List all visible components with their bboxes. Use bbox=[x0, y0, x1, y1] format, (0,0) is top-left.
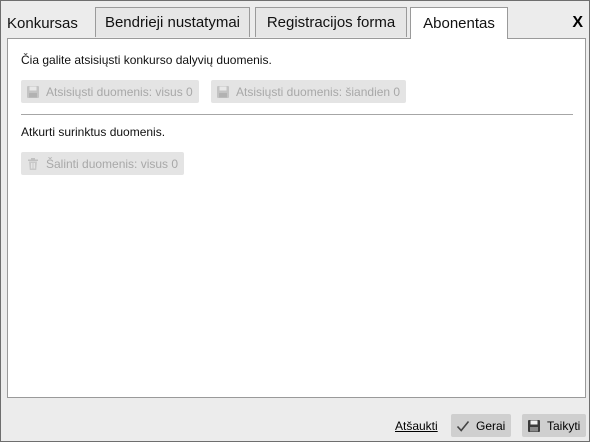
download-description: Čia galite atsisiųsti konkurso dalyvių d… bbox=[21, 53, 272, 67]
trash-icon bbox=[28, 157, 38, 170]
checkmark-icon bbox=[456, 420, 470, 432]
tab-label: Registracijos forma bbox=[266, 14, 396, 31]
button-label: Gerai bbox=[476, 418, 506, 433]
ok-button[interactable]: Gerai bbox=[451, 414, 512, 437]
button-label: Atsisiųsti duomenis: visus 0 bbox=[46, 84, 193, 99]
delete-all-button[interactable]: Šalinti duomenis: visus 0 bbox=[21, 152, 185, 175]
floppy-disk-icon bbox=[528, 419, 540, 432]
floppy-disk-icon bbox=[217, 85, 229, 98]
close-button[interactable]: X bbox=[572, 14, 583, 32]
tab-registration-form[interactable]: Registracijos forma bbox=[255, 7, 407, 37]
section-divider bbox=[21, 114, 573, 115]
tab-label: Abonentas bbox=[423, 15, 495, 32]
tab-subscriber[interactable]: Abonentas bbox=[410, 7, 508, 39]
download-all-button[interactable]: Atsisiųsti duomenis: visus 0 bbox=[21, 80, 199, 103]
button-label: Taikyti bbox=[547, 418, 581, 433]
tab-general-settings[interactable]: Bendrieji nustatymai bbox=[95, 7, 250, 37]
tab-label: Bendrieji nustatymai bbox=[104, 14, 241, 31]
restore-description: Atkurti surinktus duomenis. bbox=[21, 125, 166, 139]
tab-panel-subscriber: Čia galite atsisiųsti konkurso dalyvių d… bbox=[7, 38, 586, 398]
floppy-disk-icon bbox=[27, 85, 39, 98]
dialog-title: Konkursas bbox=[7, 15, 78, 32]
apply-button[interactable]: Taikyti bbox=[522, 414, 587, 437]
button-label: Šalinti duomenis: visus 0 bbox=[46, 156, 179, 171]
dialog-window: Konkursas Bendrieji nustatymai Registrac… bbox=[0, 0, 590, 442]
button-label: Atsisiųsti duomenis: šiandien 0 bbox=[236, 84, 401, 99]
cancel-link[interactable]: Atšaukti bbox=[395, 419, 438, 433]
download-today-button[interactable]: Atsisiųsti duomenis: šiandien 0 bbox=[211, 80, 407, 103]
